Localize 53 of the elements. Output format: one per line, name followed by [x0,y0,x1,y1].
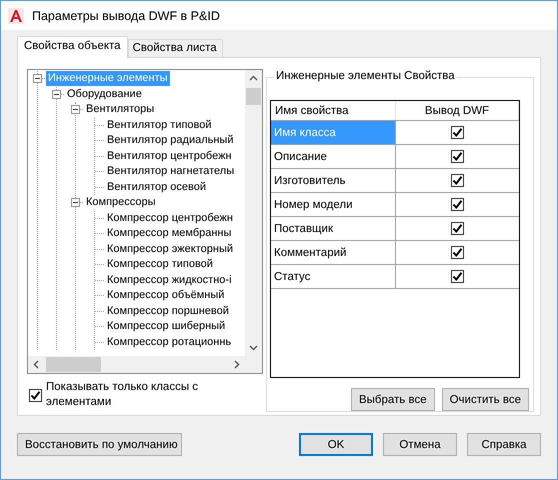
tree-item[interactable]: Вентилятор осевой [105,180,208,195]
window-title: Параметры вывода DWF в P&ID [32,8,220,22]
checkbox[interactable] [450,198,464,211]
table-cell[interactable]: Статус [271,264,396,288]
tree-item[interactable]: Вентиляторы [84,102,156,118]
tree-item[interactable]: Компрессор поршневой [105,304,231,319]
checkbox[interactable] [450,126,464,139]
scroll-thumb[interactable] [46,357,101,372]
checkbox[interactable] [29,388,42,402]
tree-item[interactable]: Оборудование [65,86,144,102]
collapse-icon[interactable] [33,74,42,84]
app-icon [8,8,24,24]
checkbox[interactable] [450,246,464,259]
checkbox[interactable] [450,150,464,163]
table-cell[interactable]: Описание [271,144,396,168]
checkbox-label[interactable]: Показывать только классы с элементами [46,380,236,410]
tree-item[interactable]: Вентилятор нагнетателы [105,164,236,180]
tree-item[interactable]: Компрессор ротационнь [105,334,234,350]
tree-item[interactable]: Компрессор типовой [105,257,215,272]
button[interactable]: OK [299,433,373,456]
tree-item[interactable]: Вентилятор центробежн [105,148,234,164]
restore-defaults-button[interactable]: Восстановить по умолчанию [17,433,182,456]
tree-item[interactable]: Компрессор мембранны [105,226,234,242]
scroll-thumb[interactable] [246,88,261,105]
column-header[interactable]: Имя свойства [271,101,396,120]
table-cell[interactable]: Поставщик [271,216,396,240]
horizontal-scrollbar[interactable] [28,356,245,373]
checkbox[interactable] [450,222,464,235]
table-cell[interactable]: Номер модели [271,192,396,216]
tree-item[interactable]: Компрессор жидкостно-і [105,272,234,288]
collapse-icon[interactable] [71,105,80,114]
vertical-scrollbar[interactable] [245,70,262,356]
checkbox[interactable] [450,270,464,283]
button[interactable]: Выбрать все [350,388,435,411]
tree-item[interactable]: Компрессоры [84,195,158,210]
tree-item[interactable]: Компрессор объёмный [105,288,226,304]
group-title: Инженерные элементы Свойства [274,70,457,82]
button[interactable]: Справка [467,433,541,456]
checkbox[interactable] [450,174,464,187]
tree-item[interactable]: Компрессор центробежн [105,210,235,226]
tab[interactable]: Свойства листа [128,39,223,57]
collapse-icon[interactable] [71,198,80,208]
button[interactable]: Отмена [383,433,457,456]
tree-item[interactable]: Компрессор эжекторный [105,242,235,257]
column-header[interactable]: Вывод DWF [396,101,518,120]
table-cell[interactable]: Комментарий [271,240,396,264]
tree-item[interactable]: Вентилятор типовой [105,118,214,133]
tree-item[interactable]: Вентилятор радиальный [105,133,236,148]
button[interactable]: Очистить все [442,388,529,411]
table-cell[interactable]: Изготовитель [271,168,396,192]
tab[interactable]: Свойства объекта [17,36,128,58]
collapse-icon[interactable] [52,90,61,99]
tree-item[interactable]: Компрессор шиберный [105,319,228,334]
